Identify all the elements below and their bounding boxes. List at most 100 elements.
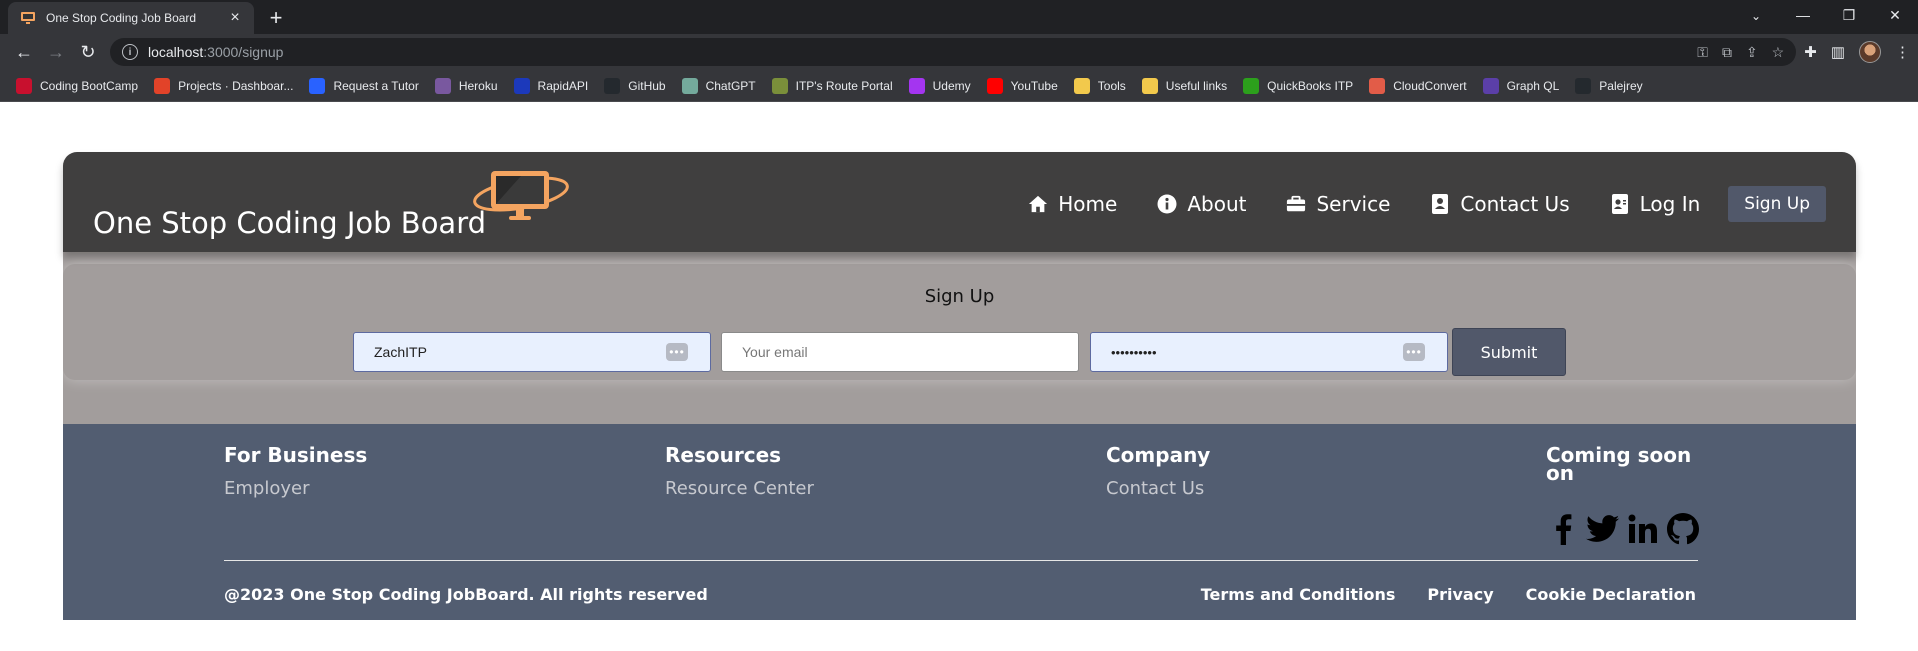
bookmark-label: Udemy [932, 78, 971, 93]
bookmark-item[interactable]: CloudConvert [1361, 77, 1474, 94]
email-input[interactable]: Your email [721, 332, 1079, 372]
bookmark-label: Graph QL [1506, 78, 1560, 93]
bookmark-item[interactable]: ITP's Route Portal [764, 77, 901, 94]
footer-heading: Coming soon on [1546, 443, 1692, 485]
footer-heading: For Business [224, 443, 368, 467]
address-bar[interactable]: i localhost:3000/signup ⚿ ⧉ ⇪ ☆ [110, 38, 1797, 66]
open-in-app-icon[interactable]: ⧉ [1722, 44, 1732, 61]
footer-link-contact-us[interactable]: Contact Us [1106, 478, 1256, 499]
contact-book-icon [1430, 194, 1450, 214]
bookmark-label: Projects · Dashboar... [178, 78, 294, 93]
nav-contact-label: Contact Us [1460, 192, 1570, 216]
bookmark-label: ChatGPT [705, 78, 756, 93]
bookmark-favicon-icon [434, 77, 451, 94]
bookmark-item[interactable]: Projects · Dashboar... [146, 77, 301, 94]
restore-icon[interactable]: ❐ [1826, 0, 1872, 30]
site-container: One Stop Coding Job Board Home About Ser… [63, 152, 1856, 620]
reload-icon[interactable]: ↻ [72, 38, 104, 66]
info-icon [1157, 194, 1177, 214]
nav-service[interactable]: Service [1286, 192, 1390, 216]
nav-signup-button[interactable]: Sign Up [1728, 186, 1826, 222]
footer-heading: Company [1106, 443, 1211, 467]
bookmark-item[interactable]: Udemy [901, 77, 979, 94]
share-icon[interactable]: ⇪ [1746, 44, 1758, 61]
bookmark-item[interactable]: QuickBooks ITP [1235, 77, 1361, 94]
bookmark-label: Coding BootCamp [40, 78, 139, 93]
key-icon[interactable]: ⚿ [1697, 44, 1708, 61]
bookmark-item[interactable]: RapidAPI [506, 77, 597, 94]
nav-login[interactable]: Log In [1610, 192, 1701, 216]
bookmark-item[interactable]: Heroku [427, 77, 506, 94]
bookmark-item[interactable]: Palejrey [1567, 77, 1650, 94]
bookmark-label: Tools [1097, 78, 1126, 93]
bookmark-star-icon[interactable]: ☆ [1772, 44, 1785, 61]
page-content: One Stop Coding Job Board Home About Ser… [0, 102, 1918, 651]
footer-legal-links: Terms and Conditions Privacy Cookie Decl… [1201, 585, 1696, 604]
tab-close-icon[interactable]: × [226, 9, 244, 27]
nav-home-label: Home [1058, 192, 1118, 216]
footer-col-business: For Business Employer [224, 443, 374, 499]
forward-icon[interactable]: → [40, 38, 72, 66]
footer-divider [224, 560, 1698, 561]
nav-service-label: Service [1316, 192, 1391, 216]
bookmark-favicon-icon [1141, 77, 1158, 94]
nav-contact[interactable]: Contact Us [1430, 192, 1570, 216]
facebook-icon[interactable] [1546, 512, 1580, 546]
browser-tab-active[interactable]: One Stop Coding Job Board × [8, 2, 254, 34]
bookmark-item[interactable]: YouTube [979, 77, 1066, 94]
email-placeholder: Your email [742, 344, 808, 360]
bookmark-label: QuickBooks ITP [1267, 78, 1354, 93]
bookmark-item[interactable]: Request a Tutor [301, 77, 426, 94]
bookmark-item[interactable]: Coding BootCamp [8, 77, 146, 94]
bookmark-label: CloudConvert [1393, 78, 1467, 93]
bookmarks-bar: Coding BootCamp Projects · Dashboar... Req… [0, 70, 1918, 102]
terms-link[interactable]: Terms and Conditions [1201, 585, 1396, 604]
extensions-icon[interactable]: ✚ [1804, 43, 1817, 61]
bookmark-favicon-icon [771, 77, 788, 94]
browser-toolbar: ← → ↻ i localhost:3000/signup ⚿ ⧉ ⇪ ☆ ✚ … [0, 34, 1918, 70]
username-value: ZachITP [374, 344, 427, 360]
close-window-icon[interactable]: ✕ [1872, 0, 1918, 30]
submit-button[interactable]: Submit [1452, 328, 1566, 376]
password-input[interactable]: •••••••••• ••• [1090, 332, 1448, 372]
cookie-declaration-link[interactable]: Cookie Declaration [1526, 585, 1696, 604]
bookmark-item[interactable]: Useful links [1134, 77, 1235, 94]
bookmark-item[interactable]: GitHub [596, 77, 673, 94]
signup-section: Sign Up ZachITP ••• Your email •••••••••… [63, 252, 1856, 424]
tab-search-icon[interactable]: ⌄ [1742, 4, 1770, 28]
site-footer: For Business Employer Resources Resource… [63, 424, 1856, 620]
back-icon[interactable]: ← [8, 38, 40, 66]
autofill-key-icon[interactable]: ••• [1403, 343, 1425, 361]
bookmark-label: YouTube [1010, 78, 1058, 93]
main-nav: Home About Service Contact Us Log In Sig… [1028, 186, 1826, 222]
site-info-icon[interactable]: i [122, 44, 138, 60]
footer-link-resource-center[interactable]: Resource Center [665, 478, 815, 499]
footer-link-employer[interactable]: Employer [224, 478, 374, 499]
monitor-favicon-icon [20, 10, 36, 26]
bookmark-item[interactable]: Tools [1066, 77, 1134, 94]
linkedin-icon[interactable] [1626, 512, 1660, 546]
bookmark-item[interactable]: ChatGPT [674, 77, 764, 94]
new-tab-button[interactable]: + [262, 4, 290, 32]
menu-kebab-icon[interactable]: ⋮ [1895, 43, 1910, 61]
profile-avatar[interactable] [1859, 41, 1881, 63]
minimize-icon[interactable]: — [1780, 0, 1826, 30]
username-input[interactable]: ZachITP ••• [353, 332, 711, 372]
autofill-key-icon[interactable]: ••• [666, 343, 688, 361]
bookmark-favicon-icon [908, 77, 925, 94]
brand-title[interactable]: One Stop Coding Job Board [93, 206, 486, 240]
bookmark-item[interactable]: Graph QL [1475, 77, 1568, 94]
github-icon[interactable] [1666, 512, 1700, 546]
side-panel-icon[interactable]: ▥ [1831, 43, 1845, 61]
bookmark-favicon-icon [986, 77, 1003, 94]
privacy-link[interactable]: Privacy [1427, 585, 1493, 604]
bookmark-favicon-icon [513, 77, 530, 94]
nav-about[interactable]: About [1157, 192, 1246, 216]
window-controls: — ❐ ✕ [1780, 0, 1918, 34]
social-links [1546, 512, 1700, 546]
nav-login-label: Log In [1639, 192, 1701, 216]
id-card-icon [1610, 194, 1630, 214]
nav-home[interactable]: Home [1028, 192, 1117, 216]
twitter-icon[interactable] [1586, 512, 1620, 546]
bookmark-favicon-icon [16, 77, 32, 94]
